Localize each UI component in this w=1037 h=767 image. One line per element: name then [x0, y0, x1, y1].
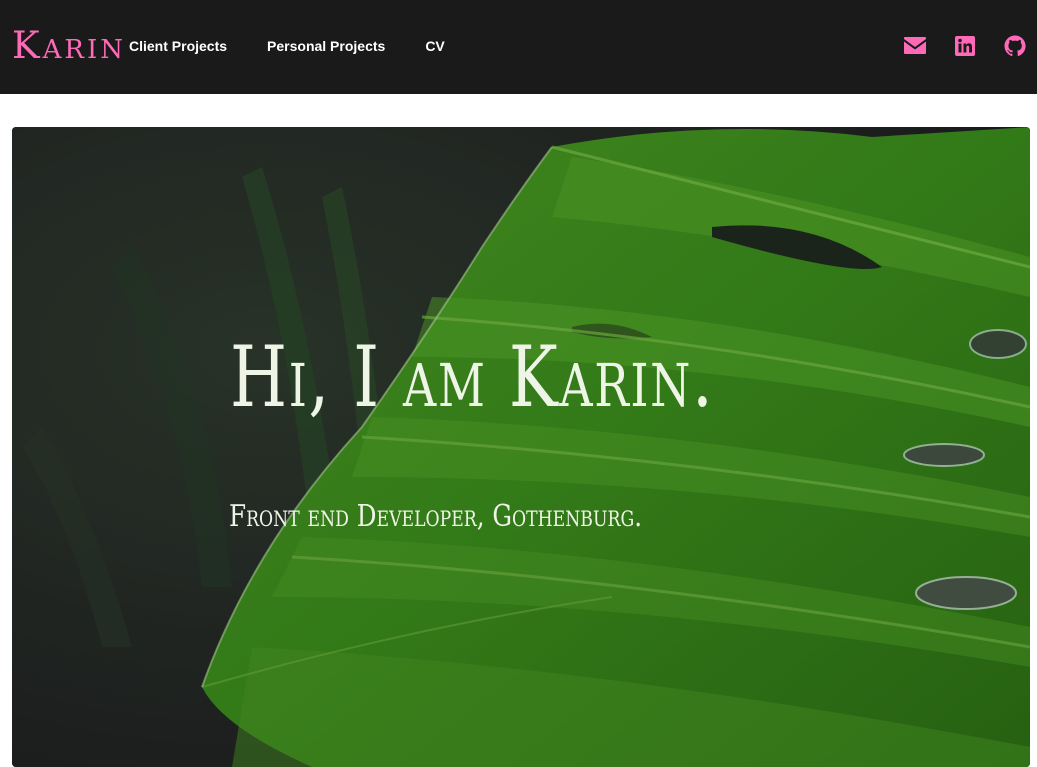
linkedin-icon [955, 36, 975, 56]
hero-title: Hi, I am Karin. [230, 328, 715, 426]
brand-logo[interactable]: Karin [12, 22, 126, 70]
github-icon [1004, 35, 1026, 57]
hero-subtitle: Front end Developer, Gothenburg. [229, 499, 643, 534]
social-links [903, 34, 1027, 58]
main-nav: Client Projects Personal Projects CV [129, 36, 485, 56]
linkedin-link[interactable] [953, 34, 977, 58]
hero-banner: Hi, I am Karin. Front end Developer, Got… [12, 127, 1030, 767]
nav-link-cv[interactable]: CV [425, 36, 444, 56]
top-navbar: Karin Client Projects Personal Projects … [0, 0, 1037, 94]
envelope-icon [904, 37, 926, 54]
github-link[interactable] [1003, 34, 1027, 58]
nav-link-client-projects[interactable]: Client Projects [129, 36, 227, 56]
email-link[interactable] [903, 34, 927, 58]
nav-link-personal-projects[interactable]: Personal Projects [267, 36, 385, 56]
monstera-leaf-background [12, 127, 1030, 767]
